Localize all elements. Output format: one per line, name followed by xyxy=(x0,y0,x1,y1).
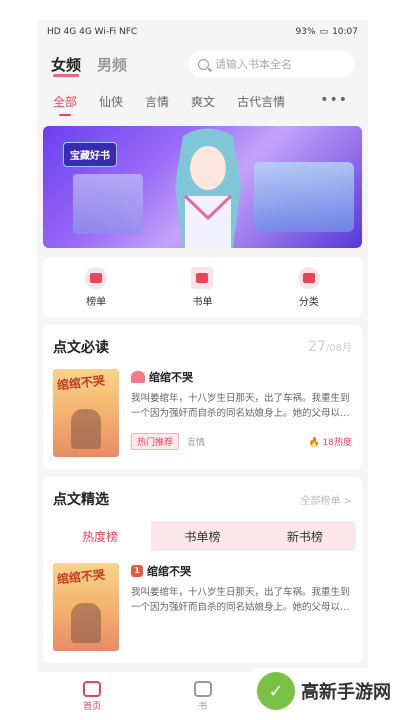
list-icon xyxy=(191,266,214,289)
cover-title: 绾绾不哭 xyxy=(56,373,106,393)
battery-icon: ▭ xyxy=(319,27,329,37)
book-title-row: 1 绾绾不哭 xyxy=(131,563,352,579)
cover-title: 绾绾不哭 xyxy=(56,567,106,587)
cloud-icon xyxy=(193,680,212,697)
pie-icon xyxy=(297,266,320,289)
status-bar: HD 4G 4G Wi-Fi NFC 93% ▭ 10:07 xyxy=(37,20,368,44)
cover-figure xyxy=(71,603,101,643)
book-title: 绾绾不哭 xyxy=(147,565,191,578)
category-all[interactable]: 全部 xyxy=(53,93,77,116)
must-read-card: 点文必读 27/08月 绾绾不哭 绾绾不哭 我叫姜绾年，十八岁生日那天，出了车祸… xyxy=(43,325,362,469)
book-info: 绾绾不哭 我叫姜绾年，十八岁生日那天，出了车祸。我重生到一个因为强奸而自杀的同名… xyxy=(131,369,352,457)
hearts-icon xyxy=(131,371,145,383)
book-item[interactable]: 绾绾不哭 绾绾不哭 我叫姜绾年，十八岁生日那天，出了车祸。我重生到一个因为强奸而… xyxy=(53,369,352,457)
book-meta: 热门推荐 言情 🔥 18热度 xyxy=(131,433,352,450)
category-xianxia[interactable]: 仙侠 xyxy=(99,93,123,110)
section-title: 点文精选 xyxy=(53,492,109,508)
category-shuangwen[interactable]: 爽文 xyxy=(191,93,215,110)
book-item[interactable]: 绾绾不哭 1 绾绾不哭 我叫姜绾年，十八岁生日那天，出了车祸。我重生到一个因为强… xyxy=(53,563,352,651)
tab-new[interactable]: 新书榜 xyxy=(253,521,356,551)
tab-label: 书 xyxy=(197,701,207,712)
status-right: 93% ▭ 10:07 xyxy=(296,27,358,37)
book-cover: 绾绾不哭 xyxy=(53,563,119,651)
quick-item-rank[interactable]: 榜单 xyxy=(61,266,131,308)
category-ancient-romance[interactable]: 古代言情 xyxy=(237,93,285,110)
app-screen: HD 4G 4G Wi-Fi NFC 93% ▭ 10:07 女频 男频 请输入… xyxy=(37,20,368,720)
top-bar: 女频 男频 请输入书本全名 xyxy=(37,44,368,84)
watermark-logo-icon: ✓ xyxy=(257,672,295,710)
quick-item-label: 分类 xyxy=(298,296,319,308)
book-title-row: 绾绾不哭 xyxy=(131,369,352,385)
quick-item-category[interactable]: 分类 xyxy=(274,266,344,308)
banner-panel-left xyxy=(73,174,143,234)
featured-card: 点文精选 全部榜单 > 热度榜 书单榜 新书榜 绾绾不哭 1 绾绾不哭 我叫姜绾… xyxy=(43,477,362,663)
home-icon xyxy=(83,680,102,697)
genre-label: 言情 xyxy=(187,438,206,448)
book-desc: 我叫姜绾年，十八岁生日那天，出了车祸。我重生到一个因为强奸而自杀的同名姑娘身上。… xyxy=(131,587,350,613)
section-title: 点文必读 xyxy=(53,340,109,356)
rank-tabs: 热度榜 书单榜 新书榜 xyxy=(49,521,356,551)
search-input[interactable]: 请输入书本全名 xyxy=(188,51,354,77)
quick-item-booklist[interactable]: 书单 xyxy=(167,266,237,308)
hot-tag: 热门推荐 xyxy=(131,433,180,450)
date-label: 27/08月 xyxy=(308,339,352,355)
quick-item-label: 榜单 xyxy=(86,296,107,308)
tab-home[interactable]: 首页 xyxy=(83,680,102,712)
banner-character-image xyxy=(175,128,241,248)
tab-female[interactable]: 女频 xyxy=(51,54,81,77)
category-romance[interactable]: 言情 xyxy=(145,93,169,110)
book-desc: 我叫姜绾年，十八岁生日那天，出了车祸。我重生到一个因为强奸而自杀的同名姑娘身上。… xyxy=(131,393,350,419)
watermark-text: 高新手游网 xyxy=(301,682,391,703)
book-title: 绾绾不哭 xyxy=(149,371,193,384)
book-cover: 绾绾不哭 xyxy=(53,369,119,457)
quick-item-label: 书单 xyxy=(192,296,213,308)
banner[interactable]: 宝藏好书 xyxy=(43,126,362,248)
watermark: ✓ 高新手游网 xyxy=(251,668,397,714)
quick-menu: 榜单 书单 分类 xyxy=(43,257,362,317)
heat-label: 🔥 18热度 xyxy=(308,438,352,448)
featured-header: 点文精选 全部榜单 > xyxy=(53,489,352,509)
status-left: HD 4G 4G Wi-Fi NFC xyxy=(47,27,137,37)
date-day: 27 xyxy=(308,339,326,355)
date-month: /08月 xyxy=(325,343,352,354)
tab-booklist[interactable]: 书单榜 xyxy=(151,521,254,551)
search-icon xyxy=(198,58,209,70)
search-placeholder: 请输入书本全名 xyxy=(215,58,292,71)
book-info: 1 绾绾不哭 我叫姜绾年，十八岁生日那天，出了车祸。我重生到一个因为强奸而自杀的… xyxy=(131,563,352,651)
status-icons: HD 4G 4G Wi-Fi NFC xyxy=(47,27,138,37)
category-tabs: 全部 仙侠 言情 爽文 古代言情 ••• xyxy=(37,84,368,118)
more-icon[interactable]: ••• xyxy=(320,92,348,108)
tab-bookshelf[interactable]: 书 xyxy=(193,680,212,712)
banner-badge: 宝藏好书 xyxy=(63,142,117,167)
all-rank-link[interactable]: 全部榜单 > xyxy=(300,492,352,507)
tab-male[interactable]: 男频 xyxy=(97,54,127,75)
rank-badge: 1 xyxy=(131,565,143,577)
crown-icon xyxy=(85,266,108,289)
must-read-header: 点文必读 27/08月 xyxy=(53,337,352,357)
banner-panel-right xyxy=(254,162,354,232)
tab-label: 首页 xyxy=(83,701,102,712)
heat-value: 18热度 xyxy=(322,438,352,448)
time-text: 10:07 xyxy=(332,27,358,37)
cover-figure xyxy=(71,409,101,449)
battery-text: 93% xyxy=(295,27,316,37)
tab-hot[interactable]: 热度榜 xyxy=(49,521,152,551)
